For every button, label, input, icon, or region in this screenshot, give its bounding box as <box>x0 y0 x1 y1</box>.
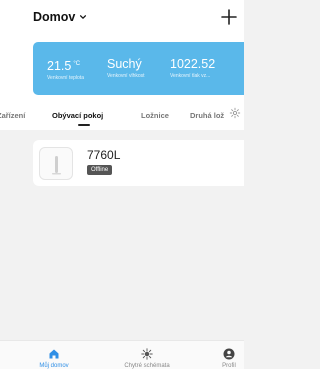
temperature-unit: °C <box>73 61 81 67</box>
nav-my-home[interactable]: Můj domov <box>19 341 89 369</box>
weather-card[interactable]: 21.5 °C Venkovní teplota Suchý Venkovní v… <box>33 42 244 95</box>
weather-humidity: Suchý Venkovní vlhkost <box>107 57 145 80</box>
temperature-label: Venkovní teplota <box>47 75 84 82</box>
status-badge: Offline <box>87 165 113 175</box>
weather-pressure: 1022.52 Venkovní tlak vz... <box>170 57 216 80</box>
pressure-label: Venkovní tlak vz... <box>170 73 211 79</box>
nav-label-my-home: Můj domov <box>39 363 69 369</box>
device-thumbnail-icon <box>39 147 73 180</box>
device-card[interactable]: 7760L Offline <box>33 140 244 186</box>
tab-druha-loz[interactable]: Druhá lož <box>190 111 224 120</box>
chevron-down-icon <box>80 15 87 19</box>
pressure-value: 1022.52 <box>170 57 216 71</box>
tab-zarizeni[interactable]: Zařízení <box>0 111 25 120</box>
header: Domov <box>0 0 244 38</box>
humidity-value: Suchý <box>107 57 142 71</box>
bottom-nav: Můj domov Chytré schémata Profil <box>0 340 244 369</box>
home-name: Domov <box>33 10 76 24</box>
profile-icon <box>223 348 235 360</box>
home-icon <box>49 349 59 359</box>
active-tab-indicator <box>78 124 90 126</box>
nav-label-profile: Profil <box>222 363 236 369</box>
humidity-label: Venkovní vlhkost <box>107 73 145 79</box>
tab-obyvaci-pokoj[interactable]: Obývací pokoj <box>52 111 103 120</box>
plus-icon[interactable] <box>218 6 240 28</box>
nav-profile[interactable]: Profil <box>194 341 264 369</box>
weather-temperature: 21.5 °C Venkovní teplota <box>47 58 84 82</box>
home-selector[interactable]: Domov <box>33 10 87 24</box>
temperature-value: 21.5 <box>47 59 72 74</box>
sun-icon <box>141 348 153 360</box>
tab-loznice[interactable]: Ložnice <box>141 111 169 120</box>
nav-smart-scenes[interactable]: Chytré schémata <box>112 341 182 369</box>
gear-icon[interactable] <box>229 107 241 119</box>
device-name: 7760L <box>87 148 121 162</box>
room-tabs: Zařízení Obývací pokoj Ložnice Druhá lož <box>0 100 244 130</box>
nav-label-smart-scenes: Chytré schémata <box>124 363 170 369</box>
